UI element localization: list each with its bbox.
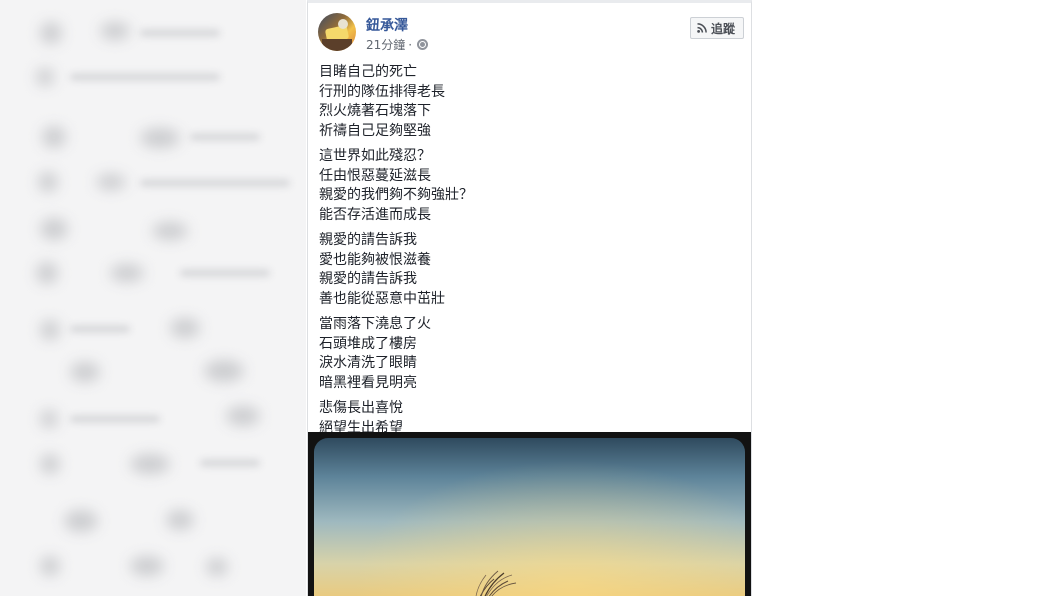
poem-line: 目睹自己的死亡 [319, 64, 417, 80]
poem-line: 祈禱自己足夠堅強 [319, 122, 431, 139]
poem-line: 任由恨惡蔓延滋長 [319, 167, 431, 184]
post-header: 鈕承澤 21分鐘 · 追蹤 [318, 13, 748, 55]
reed-plume-graphic [475, 570, 517, 596]
post-timestamp-link[interactable]: 21分鐘 [366, 36, 405, 53]
meta-separator: · [408, 37, 413, 52]
poem-line: 這世界如此殘忍？ [319, 148, 431, 164]
poem-line: 善也能從惡意中茁壯 [319, 290, 445, 307]
poem-line: 行刑的隊伍排得老長 [319, 83, 445, 100]
poem-line: 能否存活進而成長 [319, 206, 431, 223]
stanza: 當雨落下澆息了火 石頭堆成了樓房 淚水清洗了眼睛 暗黑裡看見明亮 [319, 315, 739, 393]
stanza: 這世界如此殘忍？ 任由恨惡蔓延滋長 親愛的我們夠不夠強壯？ 能否存活進而成長 [319, 147, 739, 225]
poem-line: 石頭堆成了樓房 [319, 335, 417, 352]
blurred-feed-background [0, 0, 306, 596]
globe-icon[interactable] [417, 39, 429, 50]
page: 鈕承澤 21分鐘 · 追蹤 目睹自己的死亡 行刑的隊伍排得老長 烈火燒著石塊落下 [0, 0, 1060, 596]
poem-line: 淚水清洗了眼睛 [319, 355, 417, 371]
right-blank-area [752, 0, 1060, 596]
poem-line: 烈火燒著石塊落下 [319, 103, 431, 119]
poem-line: 悲傷長出喜悅 [319, 400, 403, 416]
poem-line: 親愛的請告訴我 [319, 232, 417, 248]
author-avatar[interactable] [318, 13, 356, 51]
author-name-link[interactable]: 鈕承澤 [366, 15, 408, 35]
poem-line: 愛也能夠被恨滋養 [319, 251, 431, 268]
poem-line: 暗黑裡看見明亮 [319, 374, 417, 391]
poem-line: 親愛的請告訴我 [319, 271, 417, 287]
stanza: 親愛的請告訴我 愛也能夠被恨滋養 親愛的請告訴我 善也能從惡意中茁壯 [319, 231, 739, 309]
post-meta: 21分鐘 · [366, 36, 429, 53]
follow-button[interactable]: 追蹤 [689, 17, 744, 39]
stanza: 目睹自己的死亡 行刑的隊伍排得老長 烈火燒著石塊落下 祈禱自己足夠堅強 [319, 63, 739, 141]
post-text: 目睹自己的死亡 行刑的隊伍排得老長 烈火燒著石塊落下 祈禱自己足夠堅強 這世界如… [319, 63, 739, 444]
photo-sky-scene [314, 438, 745, 596]
poem-line: 親愛的我們夠不夠強壯？ [319, 187, 473, 203]
post-photo[interactable] [308, 432, 751, 596]
facebook-post-card: 鈕承澤 21分鐘 · 追蹤 目睹自己的死亡 行刑的隊伍排得老長 烈火燒著石塊落下 [307, 0, 752, 596]
follow-button-label: 追蹤 [710, 21, 735, 36]
poem-line: 當雨落下澆息了火 [319, 316, 431, 332]
rss-icon [697, 23, 707, 33]
